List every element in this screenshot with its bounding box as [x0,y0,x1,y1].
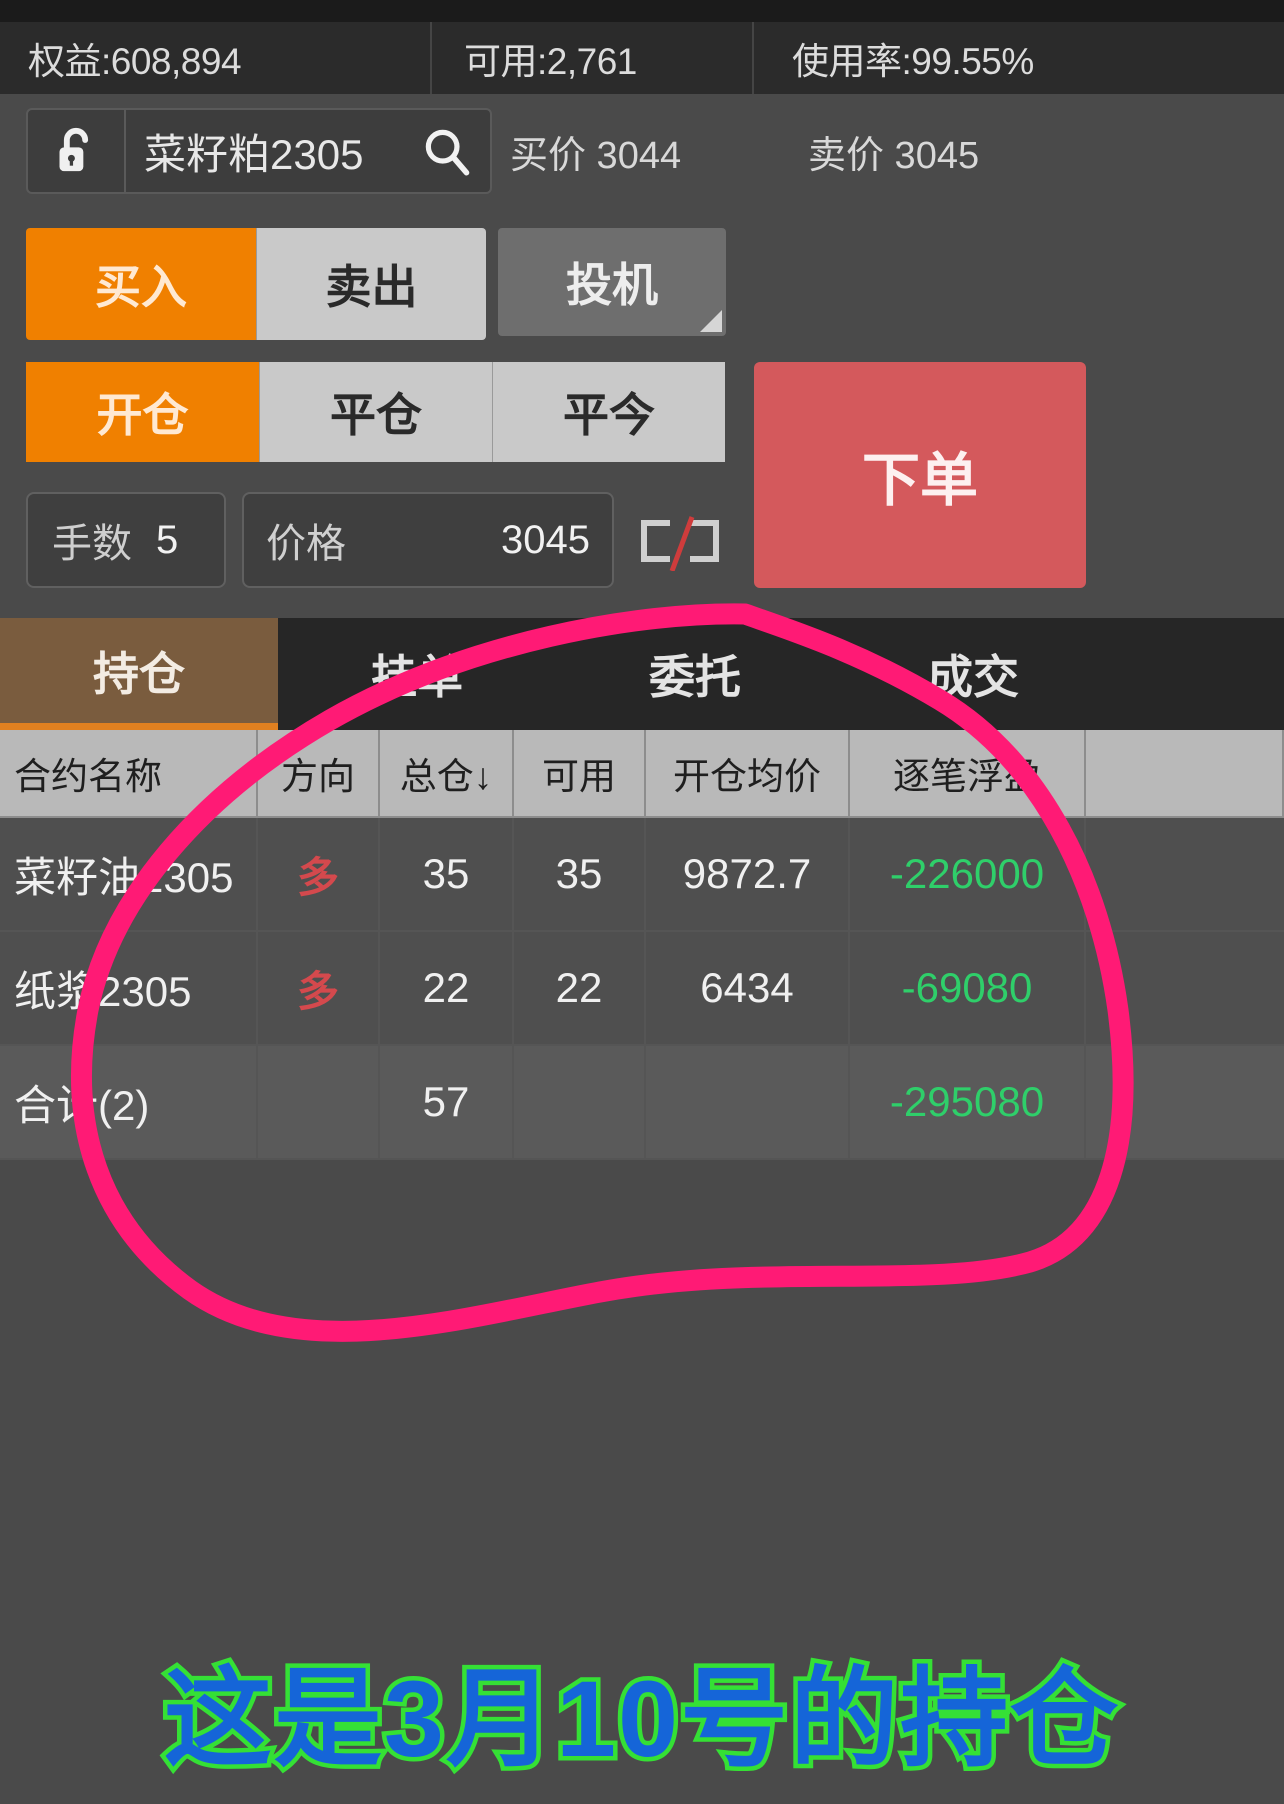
cell-total-volume: 22 [380,932,514,1046]
header-avg-price[interactable]: 开仓均价 [646,730,850,818]
cell-total-pnl: -295080 [850,1046,1086,1160]
offset-segmented-control: 开仓 平仓 平今 [26,362,725,462]
table-row[interactable]: 菜籽油2305 多 35 35 9872.7 -226000 [0,818,1284,932]
status-bar [0,0,1284,22]
table-total-row: 合计(2) 57 -295080 [0,1046,1284,1160]
submit-order-button[interactable]: 下单 [754,362,1086,588]
speculation-label: 投机 [566,259,658,311]
cell-available: 22 [514,932,646,1046]
search-icon[interactable] [404,110,490,192]
cell-avg-price: 6434 [646,932,850,1046]
direction-segmented-control: 买入 卖出 [26,228,486,340]
lot-bracket-icon[interactable] [636,515,724,572]
contract-name: 菜籽粕2305 [144,130,364,178]
quantity-input[interactable]: 手数 5 [26,492,226,588]
cell-extra [1086,818,1284,932]
header-extra [1086,730,1284,818]
cell-avg-price: 9872.7 [646,818,850,932]
tab-positions[interactable]: 持仓 [0,618,278,730]
app-screen: 权益:608,894 可用:2,761 使用率:99.55% 菜籽粕2305 买… [0,0,1284,1804]
cell-direction: 多 [258,818,380,932]
speculation-dropdown[interactable]: 投机 [498,228,726,336]
total-pnl-value: -295080 [889,1078,1045,1125]
tab-entrust[interactable]: 委托 [556,618,834,730]
annotation-caption: 这是3月10号的持仓 [159,1654,1122,1784]
account-equity: 权益:608,894 [0,22,432,94]
position-tab-bar: 持仓 挂单 委托 成交 [0,618,1284,730]
cell-total-extra [1086,1046,1284,1160]
cell-total-available [514,1046,646,1160]
quantity-label: 手数 [52,522,132,566]
table-body: 菜籽油2305 多 35 35 9872.7 -226000 纸浆2305 多 … [0,818,1284,1160]
cell-total-direction [258,1046,380,1160]
cell-direction: 多 [258,932,380,1046]
cell-total-volume-sum: 57 [380,1046,514,1160]
account-usage-rate: 使用率:99.55% [792,41,1034,82]
buy-button[interactable]: 买入 [26,228,256,340]
cell-available: 35 [514,818,646,932]
tab-pending-orders[interactable]: 挂单 [278,618,556,730]
header-contract-name[interactable]: 合约名称 [0,730,258,818]
cell-contract-name: 纸浆2305 [0,932,258,1046]
tab-trades[interactable]: 成交 [834,618,1112,730]
account-summary-bar: 权益:608,894 可用:2,761 使用率:99.55% [0,22,1284,94]
header-available[interactable]: 可用 [514,730,646,818]
cell-floating-pnl: -69080 [850,932,1086,1046]
unlock-icon[interactable] [28,110,126,192]
dropdown-corner-icon [700,310,722,332]
price-label: 价格 [266,522,346,566]
direction-long-badge: 多 [296,967,339,1015]
sell-button[interactable]: 卖出 [256,228,486,340]
order-inputs-row: 手数 5 价格 3045 [26,492,724,588]
table-header-row: 合约名称 方向 总仓↓ 可用 开仓均价 逐笔浮盈 [0,730,1284,818]
header-floating-pnl[interactable]: 逐笔浮盈 [850,730,1086,818]
cell-total-label: 合计(2) [0,1046,258,1160]
header-total-volume[interactable]: 总仓↓ [380,730,514,818]
cell-extra [1086,932,1284,1046]
account-available: 可用:2,761 [432,22,754,94]
cell-contract-name: 菜籽油2305 [0,818,258,932]
cell-floating-pnl: -226000 [850,818,1086,932]
close-today-button[interactable]: 平今 [492,362,725,462]
pnl-value: -69080 [901,964,1033,1011]
positions-table: 合约名称 方向 总仓↓ 可用 开仓均价 逐笔浮盈 菜籽油2305 多 35 35… [0,730,1284,1160]
bid-price: 买价 3044 [510,134,682,177]
contract-selector[interactable]: 菜籽粕2305 [26,108,492,194]
ask-price: 卖价 3045 [808,134,980,177]
cell-total-avg-price [646,1046,850,1160]
quantity-value: 5 [156,517,179,562]
contract-row: 菜籽粕2305 买价 3044 卖价 3045 [0,102,1284,200]
direction-long-badge: 多 [296,853,339,901]
header-direction[interactable]: 方向 [258,730,380,818]
open-position-button[interactable]: 开仓 [26,362,259,462]
price-value: 3045 [501,517,590,562]
table-row[interactable]: 纸浆2305 多 22 22 6434 -69080 [0,932,1284,1046]
price-input[interactable]: 价格 3045 [242,492,614,588]
pnl-value: -226000 [889,850,1045,897]
cell-total-volume: 35 [380,818,514,932]
close-position-button[interactable]: 平仓 [259,362,492,462]
direction-row: 买入 卖出 投机 [26,228,726,340]
